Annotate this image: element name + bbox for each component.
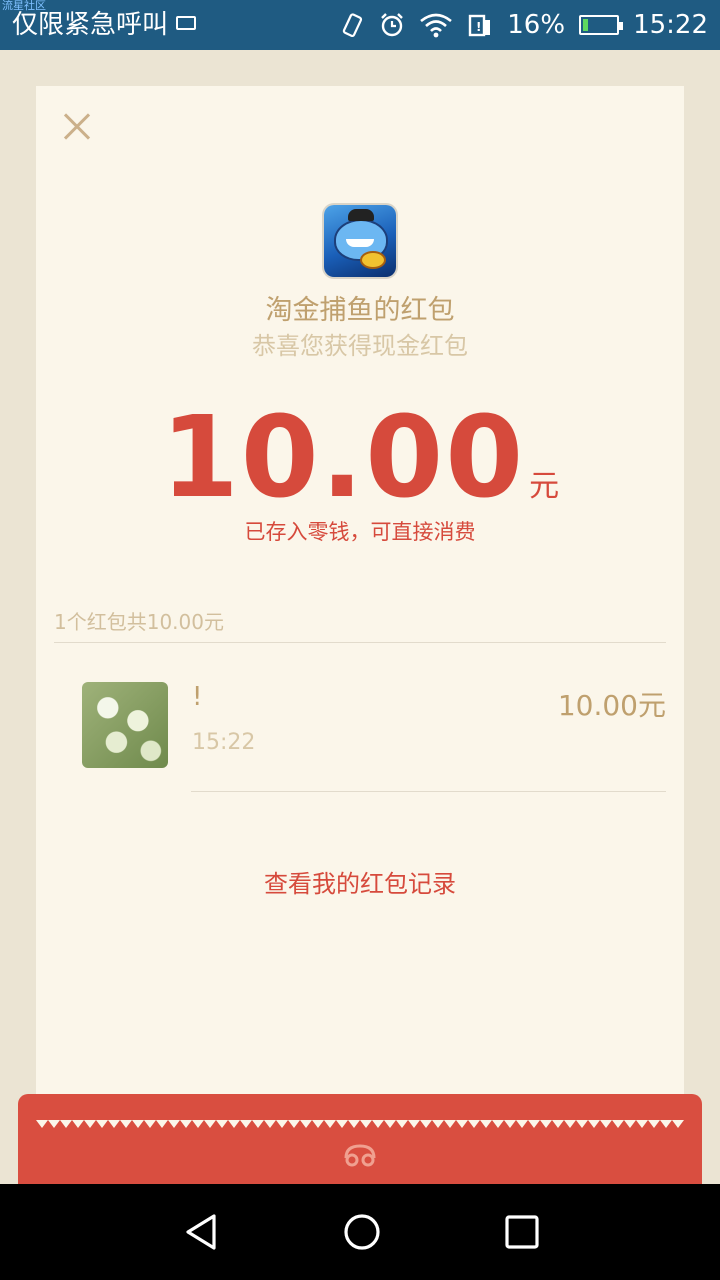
- battery-icon: [579, 15, 624, 35]
- divider: [54, 642, 666, 643]
- home-icon[interactable]: [342, 1212, 382, 1252]
- recipient-name: !: [192, 682, 203, 712]
- divider: [191, 791, 666, 792]
- greeting-subtitle: 恭喜您获得现金红包: [252, 332, 468, 360]
- sender-title: 淘金捕鱼的红包: [265, 295, 455, 326]
- svg-text:!: !: [476, 20, 481, 34]
- gold-coins: [360, 251, 386, 269]
- list-item[interactable]: ! 15:22 10.00元: [82, 682, 666, 792]
- battery-percent: 16%: [507, 10, 566, 40]
- red-packet-card: 淘金捕鱼的红包 恭喜您获得现金红包 10.00 元 已存入零钱，可直接消费 1个红…: [36, 86, 684, 1146]
- status-icons: ! 16% 15:22: [339, 8, 708, 42]
- saved-note: 已存入零钱，可直接消费: [244, 520, 476, 544]
- navigation-bar: [0, 1184, 720, 1280]
- amount-value: 10.00: [160, 393, 526, 523]
- shark-teeth: [346, 239, 374, 247]
- packet-summary: 1个红包共10.00元: [54, 610, 224, 634]
- envelope-band: [18, 1094, 702, 1184]
- wifi-icon: [420, 13, 453, 38]
- clock: 15:22: [633, 10, 708, 40]
- alarm-icon: [381, 13, 404, 37]
- view-records-link[interactable]: 查看我的红包记录: [36, 864, 684, 899]
- receive-time: 15:22: [192, 730, 256, 755]
- status-bar: 流星社区 仅限紧急呼叫 ! 16% 15:22: [0, 0, 720, 50]
- vibrate-icon: [343, 13, 363, 38]
- pirate-hat: [348, 209, 374, 221]
- app-icon: [324, 205, 396, 277]
- close-icon[interactable]: [58, 108, 96, 146]
- avatar: [82, 682, 168, 768]
- keyboard-icon: [176, 16, 196, 30]
- sim-alert-icon: !: [469, 14, 491, 37]
- battery-level: [583, 19, 589, 31]
- carrier-label: 仅限紧急呼叫: [12, 10, 169, 40]
- amount-unit: 元: [529, 469, 560, 504]
- amount-display: 10.00 元: [36, 398, 684, 518]
- received-amount: 10.00元: [557, 689, 666, 722]
- envelope-edge: [36, 1120, 684, 1128]
- wechat-pay-logo-icon: [344, 1144, 376, 1167]
- recents-icon[interactable]: [502, 1212, 542, 1252]
- back-icon[interactable]: [182, 1212, 222, 1252]
